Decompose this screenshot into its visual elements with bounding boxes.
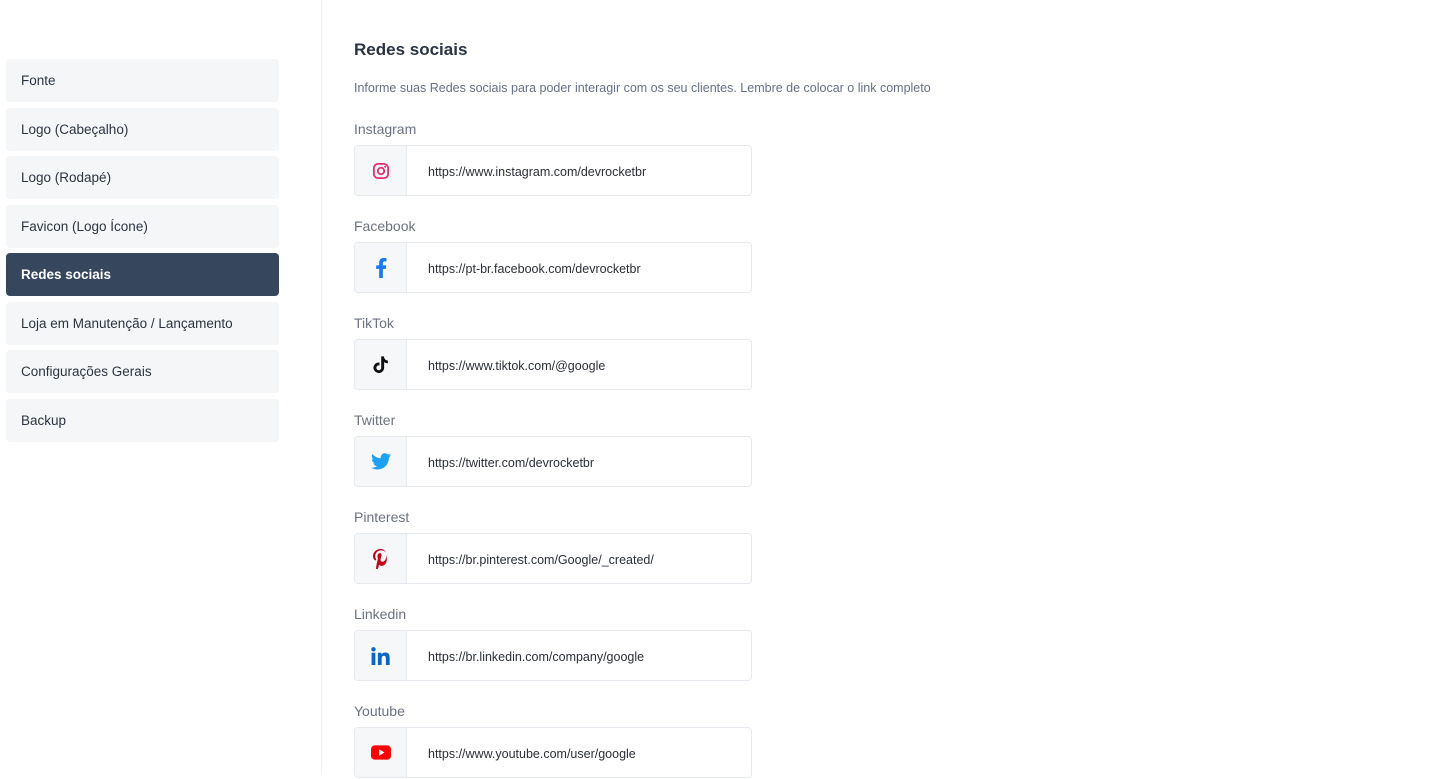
sidebar-item-backup[interactable]: Backup <box>6 398 279 442</box>
field-label-pinterest: Pinterest <box>354 509 410 525</box>
input-group-pinterest <box>354 533 752 585</box>
pinterest-url-input[interactable] <box>407 534 751 585</box>
input-group-youtube <box>354 727 752 779</box>
page-description: Informe suas Redes sociais para poder in… <box>354 81 931 95</box>
input-group-linkedin <box>354 630 752 682</box>
input-group-twitter <box>354 436 752 488</box>
facebook-url-input[interactable] <box>407 243 751 294</box>
input-group-tiktok <box>354 339 752 391</box>
page-title: Redes sociais <box>354 40 468 59</box>
field-pinterest: Pinterest <box>354 506 754 585</box>
field-label-tiktok: TikTok <box>354 315 394 331</box>
main-content: Redes sociais Informe suas Redes sociais… <box>322 0 1455 779</box>
input-group-instagram <box>354 145 752 197</box>
pinterest-icon <box>355 534 407 583</box>
youtube-icon <box>355 728 407 777</box>
instagram-icon <box>355 146 407 195</box>
field-label-twitter: Twitter <box>354 412 396 428</box>
linkedin-icon <box>355 631 407 680</box>
field-label-youtube: Youtube <box>354 703 405 719</box>
instagram-url-input[interactable] <box>407 146 751 197</box>
sidebar-item-loja-manutencao[interactable]: Loja em Manutenção / Lançamento <box>6 301 279 345</box>
field-facebook: Facebook <box>354 215 754 294</box>
tiktok-url-input[interactable] <box>407 340 751 391</box>
field-tiktok: TikTok <box>354 312 754 391</box>
field-label-linkedin: Linkedin <box>354 606 407 622</box>
facebook-icon <box>355 243 407 292</box>
sidebar-item-favicon[interactable]: Favicon (Logo Ícone) <box>6 204 279 248</box>
sidebar-item-fonte[interactable]: Fonte <box>6 59 279 102</box>
sidebar-item-redes-sociais[interactable]: Redes sociais <box>6 253 279 296</box>
field-instagram: Instagram <box>354 118 754 197</box>
linkedin-url-input[interactable] <box>407 631 751 682</box>
sidebar-nav: Fonte Logo (Cabeçalho) Logo (Rodapé) Fav… <box>6 59 279 447</box>
twitter-url-input[interactable] <box>407 437 751 488</box>
youtube-url-input[interactable] <box>407 728 751 779</box>
field-label-instagram: Instagram <box>354 121 417 137</box>
sidebar-item-logo-cabecalho[interactable]: Logo (Cabeçalho) <box>6 107 279 151</box>
field-twitter: Twitter <box>354 409 754 488</box>
field-linkedin: Linkedin <box>354 603 754 682</box>
input-group-facebook <box>354 242 752 294</box>
field-youtube: Youtube <box>354 700 754 779</box>
field-label-facebook: Facebook <box>354 218 416 234</box>
twitter-icon <box>355 437 407 486</box>
sidebar-item-configuracoes-gerais[interactable]: Configurações Gerais <box>6 350 279 393</box>
sidebar-item-logo-rodape[interactable]: Logo (Rodapé) <box>6 156 279 199</box>
tiktok-icon <box>355 340 407 389</box>
sidebar: Fonte Logo (Cabeçalho) Logo (Rodapé) Fav… <box>0 0 322 775</box>
